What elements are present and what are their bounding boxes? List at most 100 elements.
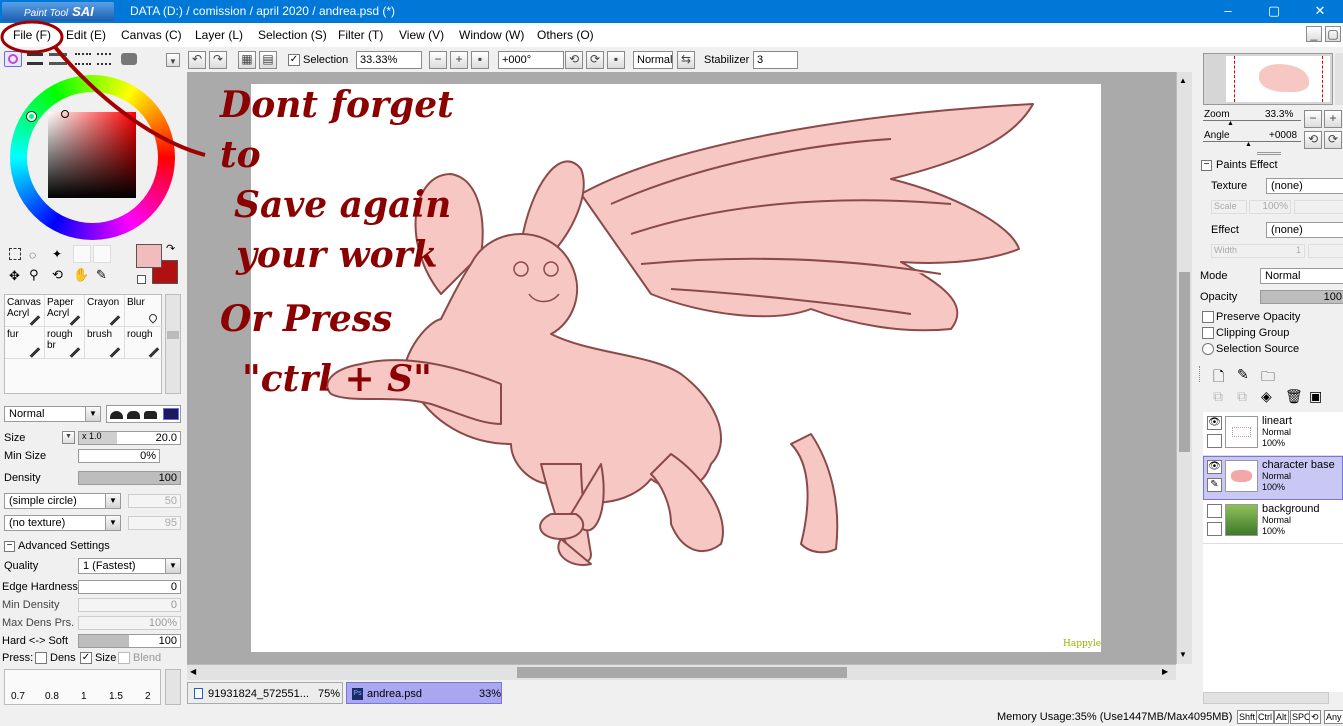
lasso-icon[interactable]: ◌ bbox=[29, 248, 36, 262]
eye-icon[interactable]: 👁 bbox=[1207, 416, 1222, 430]
main-color-swatch[interactable] bbox=[136, 244, 162, 268]
new-folder-icon[interactable]: 🗀 bbox=[1261, 366, 1275, 390]
nav-rotate-left-icon[interactable]: ⟲ bbox=[1304, 131, 1322, 149]
min-size-slider[interactable]: 0% bbox=[78, 449, 160, 463]
nav-zoom-value[interactable]: 33.3% bbox=[1265, 109, 1293, 120]
rotate-reset-icon[interactable]: ▪ bbox=[607, 51, 625, 69]
layer-lock-slot[interactable] bbox=[1207, 522, 1222, 536]
advanced-collapse-icon[interactable]: − bbox=[4, 541, 15, 552]
scroll-right-icon[interactable]: ▶ bbox=[1162, 667, 1168, 676]
stabilizer-select[interactable]: 3 bbox=[753, 51, 798, 69]
brush-shape-presets[interactable] bbox=[106, 405, 181, 423]
brush-mode-select[interactable]: Normal ▼ bbox=[4, 406, 101, 422]
layer-row[interactable]: 👁 lineart Normal 100% bbox=[1203, 412, 1343, 456]
width-slider[interactable]: Width 1 bbox=[1211, 244, 1305, 258]
nav-rotate-right-icon[interactable]: ⟳ bbox=[1324, 131, 1342, 149]
zoom-icon[interactable]: ⚲ bbox=[29, 267, 39, 283]
size-presets-scrollbar[interactable] bbox=[165, 669, 181, 705]
maximize-button[interactable]: ▢ bbox=[1251, 0, 1297, 23]
layer-row-selected[interactable]: 👁 ✎ character base Normal 100% bbox=[1203, 456, 1343, 500]
zoom-field[interactable]: 33.33% bbox=[356, 51, 422, 69]
zoom-reset-icon[interactable]: ▪ bbox=[471, 51, 489, 69]
delete-layer-icon[interactable]: 🗑 bbox=[1285, 388, 1303, 405]
panel-restore-button[interactable]: ▢ bbox=[1325, 26, 1341, 42]
zoom-slider-thumb[interactable]: ▲ bbox=[1227, 120, 1234, 127]
brush-size-preset[interactable]: 1.5 bbox=[109, 691, 123, 702]
rotation-field[interactable]: +000° bbox=[498, 51, 564, 69]
brush-grid-scrollbar[interactable] bbox=[165, 294, 181, 394]
menu-selection[interactable]: Selection (S) bbox=[258, 28, 327, 42]
eye-hidden-slot[interactable] bbox=[1207, 504, 1222, 518]
width-extra[interactable] bbox=[1308, 244, 1343, 258]
view-mode-field[interactable]: Normal bbox=[633, 51, 673, 69]
size-menu-icon[interactable]: ▼ bbox=[62, 431, 75, 444]
brush-size-preset[interactable]: 0.7 bbox=[11, 691, 25, 702]
effect-select[interactable]: (none) bbox=[1266, 222, 1343, 238]
brush-tool-item[interactable]: Paper Acryl bbox=[45, 295, 85, 327]
texture-select[interactable]: (none) bbox=[1266, 178, 1343, 194]
navigator-scrollbar[interactable] bbox=[1335, 53, 1343, 105]
brush-tool-item[interactable]: rough br bbox=[45, 327, 85, 359]
angle-slider-thumb[interactable]: ▲ bbox=[1245, 141, 1252, 148]
magic-wand-icon[interactable]: ✦ bbox=[52, 247, 62, 261]
canvas-paper[interactable]: Happylemon bbox=[251, 84, 1121, 652]
rotate-right-icon[interactable]: ⟳ bbox=[586, 51, 604, 69]
brush-size-preset[interactable]: 0.8 bbox=[45, 691, 59, 702]
clear-layer-icon[interactable]: ◈ bbox=[1261, 388, 1272, 405]
zoom-out-icon[interactable]: − bbox=[429, 51, 447, 69]
copy-layer-icon[interactable]: ⧉ bbox=[1213, 388, 1223, 405]
pen-edit-icon[interactable]: ✎ bbox=[1207, 478, 1222, 492]
scroll-left-icon[interactable]: ◀ bbox=[190, 667, 196, 676]
menu-others[interactable]: Others (O) bbox=[537, 28, 594, 42]
nav-zoom-in-icon[interactable]: + bbox=[1324, 110, 1342, 128]
hard-soft-slider[interactable]: 100 bbox=[78, 634, 181, 648]
brush-texture-select[interactable]: (no texture) ▼ bbox=[4, 515, 121, 531]
clipping-group-checkbox[interactable] bbox=[1202, 327, 1214, 339]
rotate-tool-icon[interactable]: ⟲ bbox=[52, 267, 63, 283]
layer-mode-select[interactable]: Normal bbox=[1260, 268, 1343, 284]
close-button[interactable]: ✕ bbox=[1297, 0, 1343, 23]
min-density-slider[interactable]: 0 bbox=[78, 598, 181, 612]
scale-select[interactable]: Scale bbox=[1211, 200, 1247, 214]
minimize-button[interactable]: – bbox=[1205, 0, 1251, 23]
density-slider[interactable]: 100 bbox=[78, 471, 181, 485]
nav-angle-value[interactable]: +0008 bbox=[1269, 130, 1297, 141]
brush-tool-item[interactable]: rough bbox=[125, 327, 163, 359]
navigator-preview[interactable] bbox=[1203, 53, 1333, 105]
layer-list-scrollbar[interactable] bbox=[1203, 692, 1329, 704]
brush-tool-item[interactable]: brush bbox=[85, 327, 125, 359]
brush-tool-item[interactable]: fur bbox=[5, 327, 45, 359]
brush-size-preset[interactable]: 2 bbox=[145, 691, 151, 702]
scale-value[interactable]: 100% bbox=[1249, 200, 1291, 214]
brush-tool-item[interactable]: Crayon bbox=[85, 295, 125, 327]
brush-size-preset[interactable]: 1 bbox=[81, 691, 87, 702]
brush-tool-item[interactable]: Blur bbox=[125, 295, 163, 327]
layer-mask-icon[interactable]: ▣ bbox=[1309, 388, 1322, 405]
press-size-checkbox[interactable]: ✓ bbox=[80, 652, 92, 664]
hand-icon[interactable]: ✋ bbox=[73, 267, 89, 283]
menu-view[interactable]: View (V) bbox=[399, 28, 444, 42]
press-blend-checkbox[interactable] bbox=[118, 652, 130, 664]
new-layer-icon[interactable]: 🗋 bbox=[1213, 366, 1224, 390]
swap-colors-icon[interactable]: ↷ bbox=[166, 242, 175, 255]
paints-effect-collapse-icon[interactable]: − bbox=[1201, 160, 1212, 171]
layer-lock-slot[interactable] bbox=[1207, 434, 1222, 448]
rotate-left-icon[interactable]: ⟲ bbox=[565, 51, 583, 69]
brush-shape-select[interactable]: (simple circle) ▼ bbox=[4, 493, 121, 509]
flip-icon[interactable]: ⇆ bbox=[677, 51, 695, 69]
doc-tab[interactable]: 91931824_572551... 75% bbox=[187, 682, 343, 704]
selection-checkbox[interactable]: ✓ bbox=[288, 54, 300, 66]
vertical-scrollbar[interactable]: ▲ ▼ bbox=[1176, 72, 1192, 664]
layer-row[interactable]: background Normal 100% bbox=[1203, 500, 1343, 544]
merge-layer-icon[interactable]: ⧉ bbox=[1237, 388, 1247, 405]
layer-opacity-slider[interactable]: 100 bbox=[1260, 290, 1343, 304]
transparent-color-icon[interactable] bbox=[137, 275, 146, 284]
vertical-scroll-thumb[interactable] bbox=[1179, 272, 1190, 452]
menu-window[interactable]: Window (W) bbox=[459, 28, 524, 42]
panel-minimize-button[interactable]: _ bbox=[1306, 26, 1322, 42]
move-icon[interactable]: ✥ bbox=[9, 268, 20, 284]
new-linework-layer-icon[interactable]: ✎ bbox=[1237, 366, 1249, 383]
eye-icon[interactable]: 👁 bbox=[1207, 460, 1222, 474]
nav-zoom-out-icon[interactable]: − bbox=[1304, 110, 1322, 128]
invert-selection-icon[interactable]: ▤ bbox=[259, 51, 277, 69]
